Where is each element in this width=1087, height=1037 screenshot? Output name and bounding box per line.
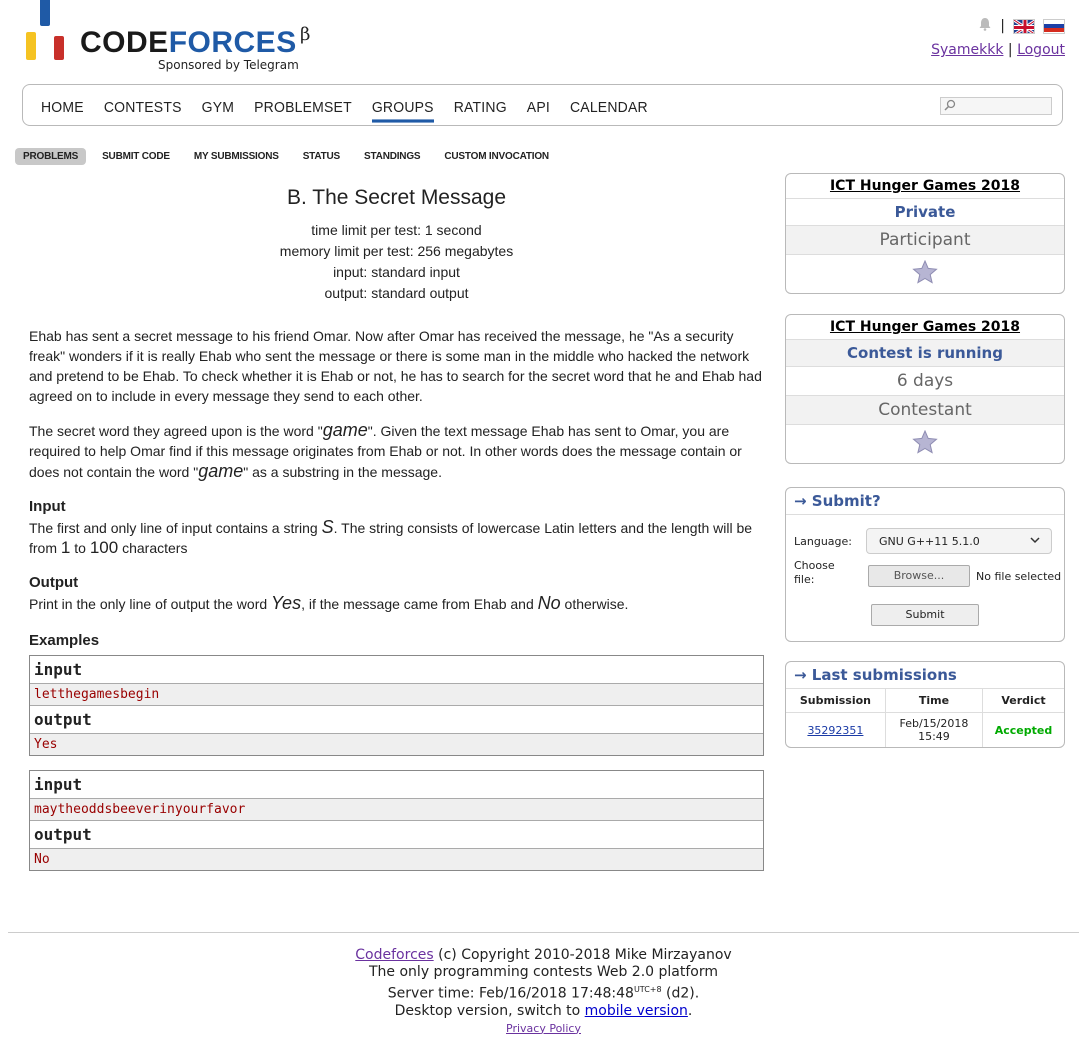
- contest-info-box: ICT Hunger Games 2018 Private Participan…: [785, 173, 1065, 294]
- profile-link[interactable]: Syamekkk: [931, 42, 1003, 58]
- contest-name-link[interactable]: ICT Hunger Games 2018: [786, 174, 1064, 199]
- browse-button[interactable]: Browse...: [868, 565, 970, 587]
- contest-type: Private: [786, 199, 1064, 226]
- example-output-label: output: [30, 706, 763, 734]
- russian-flag-icon[interactable]: [1043, 18, 1065, 34]
- submit-box: → Submit? Language: GNU G++11 5.1.0 Choo…: [785, 487, 1065, 642]
- beta-mark: β: [300, 24, 311, 45]
- mobile-version-link[interactable]: mobile version: [585, 1003, 688, 1019]
- contest-status-box: ICT Hunger Games 2018 Contest is running…: [785, 314, 1065, 464]
- problem-title: B. The Secret Message: [286, 186, 507, 209]
- submit-button[interactable]: Submit: [871, 604, 979, 626]
- column-header: Submission: [786, 689, 886, 713]
- submit-form: Language: GNU G++11 5.1.0 Choose file: B…: [786, 515, 1064, 641]
- tab-problems[interactable]: PROBLEMS: [15, 148, 87, 165]
- memory-limit: memory limit per test: 256 megabytes: [279, 243, 514, 259]
- example-2: input maytheoddsbeeverinyourfavor output…: [29, 770, 764, 871]
- contest-status: Contest is running: [786, 340, 1064, 367]
- example-input-label: input: [30, 656, 763, 684]
- notification-bell-icon[interactable]: [978, 17, 992, 35]
- server-time: Server time: Feb/16/2018 17:48:48UTC+8 (…: [387, 985, 700, 1002]
- star-icon[interactable]: [786, 255, 1064, 293]
- version-switch: Desktop version, switch to mobile versio…: [394, 1002, 693, 1019]
- privacy-policy-link[interactable]: Privacy Policy: [506, 1022, 581, 1035]
- input-section-title: Input: [29, 498, 66, 515]
- column-header: Time: [885, 689, 984, 713]
- tab-standings[interactable]: STANDINGS: [356, 148, 428, 165]
- example-output-label: output: [30, 821, 763, 849]
- contest-name-link[interactable]: ICT Hunger Games 2018: [786, 315, 1064, 340]
- tab-submit-code[interactable]: SUBMIT CODE: [94, 148, 178, 165]
- menu-home[interactable]: HOME: [41, 98, 84, 122]
- codeforces-logo[interactable]: CODEFORCES β Sponsored by Telegram: [26, 0, 326, 76]
- menu-gym[interactable]: GYM: [202, 98, 235, 122]
- menu-api[interactable]: API: [527, 98, 550, 122]
- star-icon[interactable]: [786, 425, 1064, 463]
- chevron-down-icon: [1029, 534, 1041, 549]
- menu-calendar[interactable]: CALENDAR: [570, 98, 648, 122]
- separator: |: [1000, 18, 1005, 34]
- magnifier-icon: [944, 99, 956, 114]
- time-limit: time limit per test: 1 second: [311, 222, 482, 238]
- column-header: Verdict: [982, 689, 1064, 713]
- submission-time: Feb/15/2018 15:49: [885, 712, 984, 747]
- examples-title: Examples: [29, 632, 100, 649]
- legend-paragraph-1: Ehab has sent a secret message to his fr…: [29, 328, 762, 404]
- last-submissions-box: → Last submissions Submission Time Verdi…: [785, 661, 1065, 748]
- menu-problemset[interactable]: PROBLEMSET: [254, 98, 352, 122]
- codeforces-link[interactable]: Codeforces: [355, 947, 433, 963]
- footer: Codeforces (c) Copyright 2010-2018 Mike …: [8, 932, 1079, 1037]
- language-label: Language:: [794, 535, 852, 548]
- tab-custom-invocation[interactable]: CUSTOM INVOCATION: [436, 148, 557, 165]
- example-1: input letthegamesbegin output Yes: [29, 655, 764, 756]
- language-select[interactable]: GNU G++11 5.1.0: [866, 528, 1052, 554]
- contestant-role: Contestant: [786, 396, 1064, 425]
- tab-status[interactable]: STATUS: [295, 148, 348, 165]
- logout-link[interactable]: Logout: [1017, 42, 1065, 58]
- user-area: | Syamekkk | Logout: [931, 16, 1065, 58]
- menu-contests[interactable]: CONTESTS: [104, 98, 182, 122]
- example-input[interactable]: maytheoddsbeeverinyourfavor: [30, 799, 763, 821]
- sponsor-text: Sponsored by Telegram: [158, 58, 299, 72]
- file-label: Choose file:: [794, 559, 835, 586]
- input-file: input: standard input: [333, 264, 460, 280]
- search-input[interactable]: [940, 97, 1052, 115]
- submissions-table: Submission Time Verdict 35292351 Feb/15/…: [786, 689, 1064, 747]
- input-specification: The first and only line of input contain…: [29, 517, 753, 557]
- legend-paragraph-2: The secret word they agreed upon is the …: [29, 420, 742, 481]
- example-output[interactable]: Yes: [30, 734, 763, 755]
- example-output[interactable]: No: [30, 849, 763, 870]
- table-row: 35292351 Feb/15/2018 15:49 Accepted: [786, 712, 1064, 747]
- output-section-title: Output: [29, 574, 79, 591]
- submission-id-link[interactable]: 35292351: [807, 724, 863, 737]
- time-remaining: 6 days: [786, 367, 1064, 396]
- menu-groups[interactable]: GROUPS: [371, 98, 434, 123]
- link-separator: |: [1007, 42, 1013, 58]
- verdict-badge: Accepted: [994, 723, 1053, 737]
- submit-caption: → Submit?: [786, 488, 1064, 515]
- main-menu: HOME CONTESTS GYM PROBLEMSET GROUPS RATI…: [22, 84, 1063, 126]
- participant-role: Participant: [786, 226, 1064, 255]
- no-file-text: No file selected: [976, 570, 1062, 583]
- example-input[interactable]: letthegamesbegin: [30, 684, 763, 706]
- tagline: The only programming contests Web 2.0 pl…: [369, 964, 718, 980]
- logo-wordmark: CODEFORCES: [80, 26, 297, 59]
- contest-submenu: PROBLEMS SUBMIT CODE MY SUBMISSIONS STAT…: [15, 148, 557, 165]
- problem-statement: B. The Secret Message time limit per tes…: [29, 186, 764, 885]
- tab-my-submissions[interactable]: MY SUBMISSIONS: [186, 148, 287, 165]
- output-specification: Print in the only line of output the wor…: [29, 593, 629, 613]
- last-submissions-caption: → Last submissions: [786, 662, 1064, 689]
- menu-rating[interactable]: RATING: [454, 98, 507, 122]
- example-input-label: input: [30, 771, 763, 799]
- english-flag-icon[interactable]: [1013, 18, 1035, 34]
- output-file: output: standard output: [324, 285, 469, 301]
